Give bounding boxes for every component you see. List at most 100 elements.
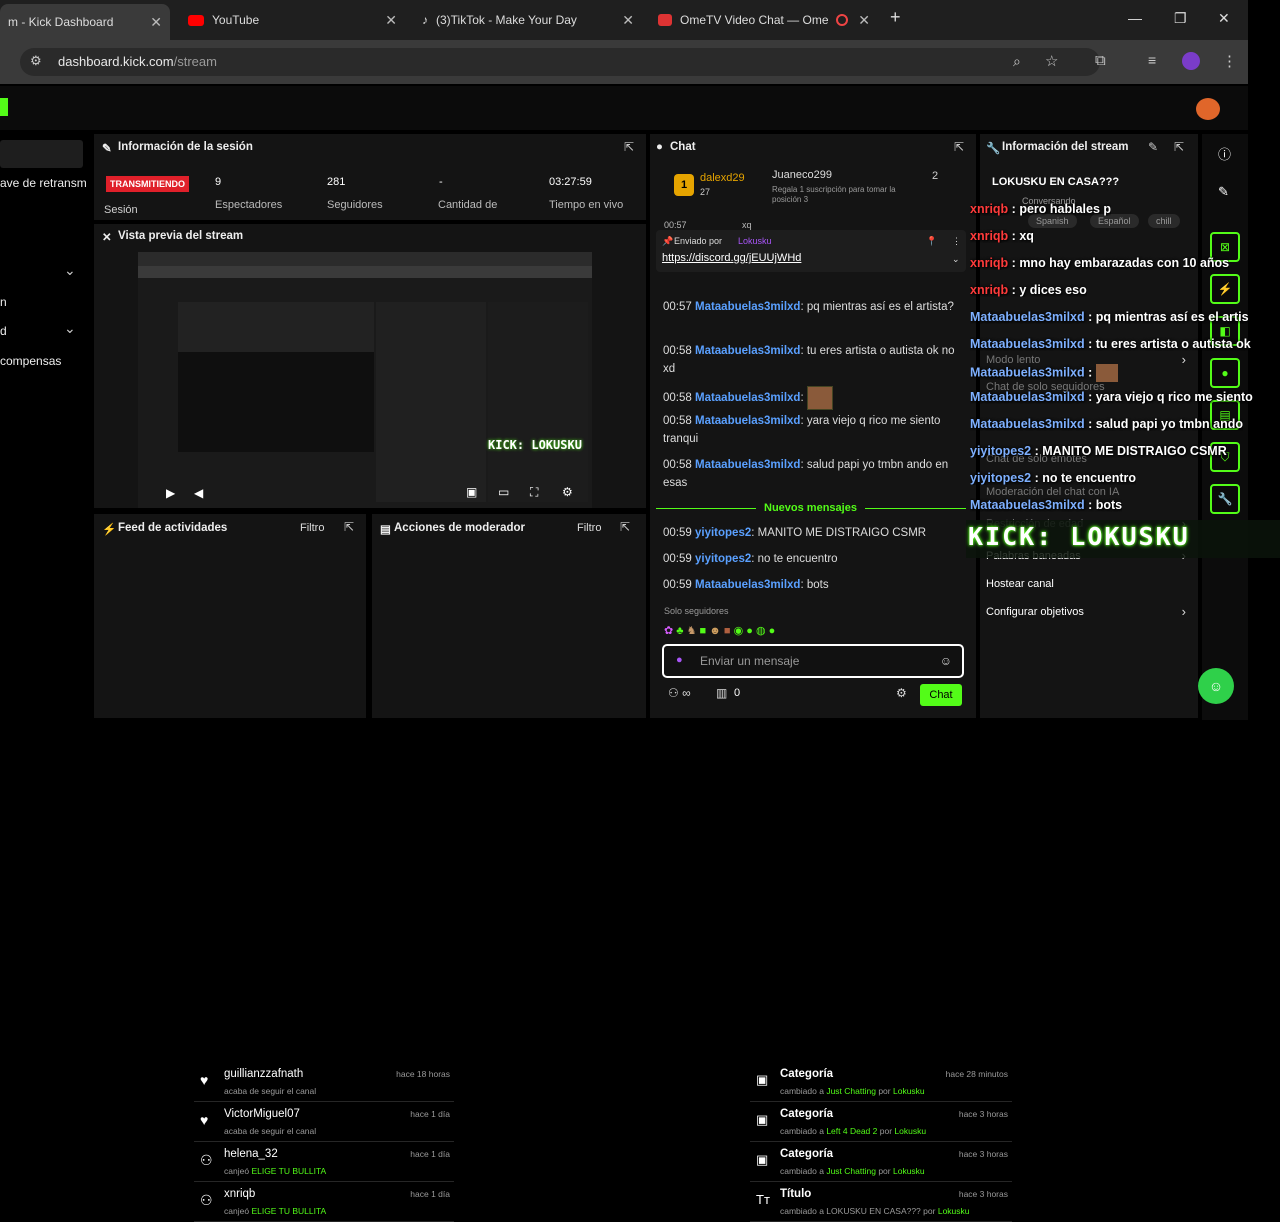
emoji-icon[interactable]: ☺ <box>940 654 952 668</box>
activity-item[interactable]: ⚇ helena_32 canjeó ELIGE TU BULLITA hace 1 … <box>194 1146 454 1182</box>
chevron-down-icon[interactable]: ⌄ <box>952 254 960 265</box>
support-chat-icon[interactable]: ☺ <box>1198 668 1234 704</box>
chat-username[interactable]: Mataabuelas3milxd <box>695 301 800 313</box>
pinned-message[interactable]: 📌 Enviado por Lokusku https://discord.gg… <box>656 230 966 272</box>
more-options-icon[interactable]: ⋮ <box>952 236 961 247</box>
stream-setting-row[interactable]: Configurar objetivos › <box>986 604 1192 622</box>
edit-pencil-icon[interactable]: ✎ <box>1148 140 1158 154</box>
chat-message[interactable]: 00:59 yiyitopes2: no te encuentro <box>663 550 963 568</box>
chat-username[interactable]: yiyitopes2 <box>695 553 751 565</box>
viewers-label: Espectadores <box>215 199 283 211</box>
extensions-icon[interactable]: ⧉ <box>1095 52 1106 69</box>
kick-logo[interactable] <box>0 98 8 116</box>
chat-settings-icon[interactable]: ⚙ <box>896 686 907 700</box>
chat-input[interactable]: ● Enviar un mensaje ☺ <box>662 644 964 678</box>
lightning-tool-icon[interactable]: ⚡ <box>1210 274 1240 304</box>
moderator-action-item[interactable]: ▣ Categoría cambiado a Just Chatting por L… <box>750 1146 1012 1182</box>
sidebar-item-stream-key[interactable]: ave de retransm <box>0 176 87 190</box>
profile-avatar[interactable] <box>1182 52 1200 70</box>
stream-video[interactable]: KICK: LOKUSKU ▶ ◀ ▣ ▭ ⛶ ⚙ <box>138 252 592 508</box>
popout-icon[interactable]: ⇱ <box>624 140 634 154</box>
zoom-icon[interactable]: ⌕ <box>1013 53 1021 70</box>
bookmark-star-icon[interactable]: ☆ <box>1045 52 1058 70</box>
chat-message[interactable]: 00:59 yiyitopes2: MANITO ME DISTRAIGO CS… <box>663 524 963 542</box>
pip-icon[interactable]: ▣ <box>466 485 477 499</box>
popout-icon[interactable]: ⇱ <box>344 520 354 534</box>
chat-text: pq mientras así es el artista? <box>806 301 954 313</box>
chat-username[interactable]: Mataabuelas3milxd <box>695 392 800 404</box>
tag-chip[interactable]: Spanish <box>1028 214 1077 228</box>
popout-icon[interactable]: ⇱ <box>954 140 964 154</box>
tab-youtube[interactable]: YouTube ✕ <box>180 6 405 34</box>
moderator-action-item[interactable]: ▣ Categoría cambiado a Just Chatting por L… <box>750 1066 1012 1102</box>
activity-item[interactable]: ♥ guillianzzafnath acaba de seguir el cana… <box>194 1066 454 1102</box>
chat-message[interactable]: 00:58 Mataabuelas3milxd: tu eres artista… <box>663 342 963 378</box>
chat-username[interactable]: Mataabuelas3milxd <box>695 415 800 427</box>
chat-tool-icon[interactable]: ● <box>1210 358 1240 388</box>
minimize-icon[interactable]: — <box>1128 10 1142 26</box>
volume-icon[interactable]: ◀ <box>194 486 203 500</box>
close-tab-icon[interactable]: ✕ <box>385 12 397 29</box>
sidebar-item[interactable]: n <box>0 295 7 309</box>
close-window-icon[interactable]: ✕ <box>1218 10 1230 27</box>
moderator-action-item[interactable]: Tт Título cambiado a LOKUSKU EN CASA??? po… <box>750 1186 1012 1222</box>
wrench-tool-icon[interactable]: 🔧 <box>1210 484 1240 514</box>
chat-message[interactable]: 00:58 Mataabuelas3milxd: yara viejo q ri… <box>663 412 963 448</box>
settings-gear-icon[interactable]: ⚙ <box>562 485 573 499</box>
sub-gifter-name[interactable]: Juaneco299 <box>772 169 832 181</box>
sidebar-item[interactable]: d <box>0 324 7 338</box>
media-control-icon[interactable]: ≡ <box>1148 52 1156 68</box>
close-tab-icon[interactable]: ✕ <box>858 12 870 29</box>
sidebar-item-rewards[interactable]: compensas <box>0 354 61 368</box>
emote-bar[interactable]: ✿ ♣ ♞ ■ ☻ ■ ◉ ● ◍ ● <box>664 624 964 640</box>
tag-chip[interactable]: Español <box>1090 214 1139 228</box>
activity-user[interactable]: xnriqb <box>224 1188 255 1200</box>
fullscreen-icon[interactable]: ⛶ <box>530 485 538 500</box>
chat-message[interactable]: 00:58 Mataabuelas3milxd: salud papi yo t… <box>663 456 963 492</box>
activity-user[interactable]: VictorMiguel07 <box>224 1108 300 1120</box>
users-icon[interactable]: ⚇ ∞ <box>668 686 691 700</box>
chat-message[interactable]: 00:58 Mataabuelas3milxd: <box>663 386 963 410</box>
unpin-icon[interactable]: 📍 <box>926 236 937 247</box>
chat-username[interactable]: yiyitopes2 <box>695 527 751 539</box>
chat-username[interactable]: Mataabuelas3milxd <box>695 579 800 591</box>
chevron-down-icon[interactable]: ⌄ <box>64 262 76 279</box>
chat-message[interactable]: 00:59 Mataabuelas3milxd: bots <box>663 576 963 594</box>
stream-setting-row[interactable]: Hostear canal <box>986 578 1192 594</box>
edit-icon[interactable]: ✎ <box>1218 184 1229 200</box>
play-icon[interactable]: ▶ <box>166 486 175 500</box>
chat-username[interactable]: Mataabuelas3milxd <box>695 459 800 471</box>
close-tab-icon[interactable]: ✕ <box>150 14 162 31</box>
restore-icon[interactable]: ❐ <box>1174 10 1187 27</box>
tab-kick-dashboard[interactable]: m - Kick Dashboard ✕ <box>0 4 170 40</box>
user-avatar[interactable] <box>1196 98 1220 120</box>
site-settings-icon[interactable]: ⚙ <box>30 53 42 69</box>
moderator-action-item[interactable]: ▣ Categoría cambiado a Left 4 Dead 2 por L… <box>750 1106 1012 1142</box>
chat-message[interactable]: 00:57 Mataabuelas3milxd: pq mientras así… <box>663 298 963 316</box>
tab-tiktok[interactable]: ♪ (3)TikTok - Make Your Day ✕ <box>414 6 642 34</box>
info-icon[interactable]: ⓘ <box>1218 144 1231 163</box>
theater-icon[interactable]: ▭ <box>498 485 509 499</box>
chevron-down-icon[interactable]: ⌄ <box>64 320 76 337</box>
popout-icon[interactable]: ⇱ <box>620 520 630 534</box>
pinned-link[interactable]: https://discord.gg/jEUUjWHd <box>662 252 801 264</box>
activity-item[interactable]: ♥ VictorMiguel07 acaba de seguir el canal h… <box>194 1106 454 1142</box>
top-gifter-name[interactable]: dalexd29 <box>700 172 745 184</box>
activity-feed-panel: ⚡ Feed de actividades Filtro ⇱ ♥ guillian… <box>94 514 454 1222</box>
activity-user[interactable]: helena_32 <box>224 1148 278 1160</box>
chat-send-button[interactable]: Chat <box>920 684 962 706</box>
new-tab-icon[interactable]: + <box>890 7 901 28</box>
popout-icon[interactable]: ⇱ <box>1174 140 1184 154</box>
moderator-filter-button[interactable]: Filtro <box>577 522 601 534</box>
pinned-by-user[interactable]: Lokusku <box>738 236 772 246</box>
url-text[interactable]: dashboard.kick.com/stream <box>58 54 217 69</box>
activity-filter-button[interactable]: Filtro <box>300 522 324 534</box>
close-tab-icon[interactable]: ✕ <box>622 12 634 29</box>
tab-ometv[interactable]: OmeTV Video Chat — Ome ✕ <box>650 6 878 34</box>
chat-username[interactable]: Mataabuelas3milxd <box>695 345 800 357</box>
activity-user[interactable]: guillianzzafnath <box>224 1068 303 1080</box>
activity-item[interactable]: ⚇ xnriqb canjeó ELIGE TU BULLITA hace 1 día <box>194 1186 454 1222</box>
tag-chip[interactable]: chill <box>1148 214 1180 228</box>
browser-menu-icon[interactable]: ⋮ <box>1222 52 1237 70</box>
sidebar-item-active[interactable] <box>0 140 83 168</box>
